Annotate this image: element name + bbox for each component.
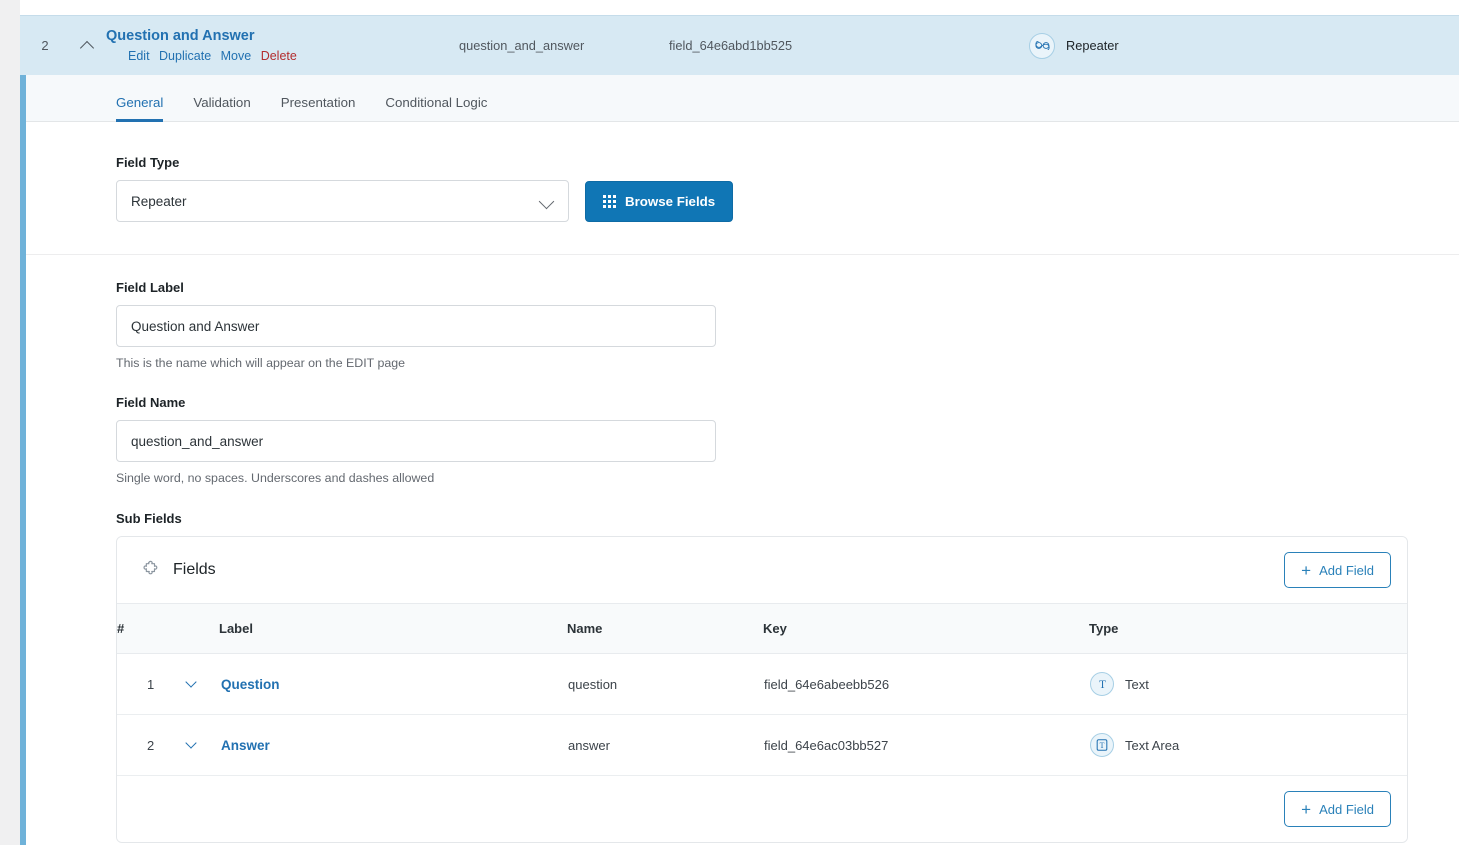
- plus-icon: +: [1301, 560, 1312, 580]
- tab-validation[interactable]: Validation: [193, 95, 250, 121]
- setting-field-type: Field Type Repeater Browse Fields: [26, 122, 1459, 255]
- infinity-icon: [1029, 32, 1055, 59]
- row-name: question: [567, 653, 763, 715]
- field-label-label-text: Field Label: [116, 280, 184, 295]
- row-type-cell: T Text Area: [1089, 714, 1407, 776]
- sub-fields-panel-header: Fields + Add Field: [117, 537, 1407, 603]
- plus-icon: +: [1301, 799, 1312, 819]
- row-label-cell: Question: [219, 653, 567, 715]
- field-title[interactable]: Question and Answer: [106, 27, 459, 47]
- sub-fields-table-body: 1 Question question field_64e6abeebb526 …: [117, 653, 1407, 776]
- add-field-top-label: Add Field: [1319, 562, 1374, 578]
- field-card: 2 Question and Answer Edit Duplicate Mov…: [20, 15, 1459, 845]
- field-name-label-text: Field Name: [116, 395, 186, 410]
- chevron-down-icon[interactable]: [180, 734, 202, 756]
- add-field-button-bottom[interactable]: + Add Field: [1284, 791, 1391, 827]
- chevron-down-icon[interactable]: [180, 673, 202, 695]
- grid-dots-icon: [603, 194, 616, 208]
- sub-fields-table: # Label Name Key Type 1 Question questio…: [117, 603, 1407, 776]
- column-header-type: Type: [1089, 603, 1407, 654]
- row-label-link[interactable]: Question: [221, 677, 280, 692]
- row-type-label: Text Area: [1125, 737, 1180, 753]
- field-action-delete[interactable]: Delete: [261, 49, 297, 63]
- field-header[interactable]: 2 Question and Answer Edit Duplicate Mov…: [20, 15, 1459, 75]
- row-expand-toggle[interactable]: [179, 653, 219, 715]
- field-title-block: Question and Answer Edit Duplicate Move …: [104, 27, 459, 64]
- row-order: 2: [117, 714, 179, 776]
- table-row[interactable]: 2 Answer answer field_64e6ac03bb527 T Te…: [117, 714, 1407, 776]
- sub-fields-panel: Fields + Add Field # Label Name Key Type…: [116, 536, 1408, 843]
- column-header-key: Key: [763, 603, 1089, 654]
- field-name-value: question_and_answer: [459, 38, 585, 53]
- row-key: field_64e6ac03bb527: [763, 714, 1089, 776]
- table-row[interactable]: 1 Question question field_64e6abeebb526 …: [117, 653, 1407, 715]
- tab-presentation[interactable]: Presentation: [281, 95, 356, 121]
- field-action-edit[interactable]: Edit: [128, 49, 150, 63]
- textarea-boxed-t-icon: T: [1090, 733, 1114, 757]
- setting-sub-fields: Sub Fields Fields + Add Field # Label Na…: [26, 485, 1459, 843]
- field-collapse-toggle[interactable]: [70, 39, 104, 55]
- puzzle-piece-icon: [141, 560, 161, 580]
- column-header-label: Label: [219, 603, 567, 654]
- svg-text:T: T: [1099, 679, 1106, 691]
- field-type-select[interactable]: Repeater: [116, 180, 569, 222]
- field-type-label-text: Field Type: [116, 155, 180, 170]
- field-label-hint: This is the name which will appear on th…: [116, 356, 406, 370]
- field-type-label: Repeater: [1066, 38, 1119, 53]
- add-field-button-top[interactable]: + Add Field: [1284, 552, 1391, 588]
- table-header-row: # Label Name Key Type: [117, 603, 1407, 654]
- field-order-number: 2: [41, 38, 49, 53]
- settings-tabs: General Validation Presentation Conditio…: [26, 75, 1459, 122]
- row-label-link[interactable]: Answer: [221, 738, 270, 753]
- svg-text:T: T: [1100, 741, 1105, 750]
- browse-fields-button[interactable]: Browse Fields: [585, 180, 734, 222]
- column-header-name: Name: [567, 603, 763, 654]
- acf-field-editor: 2 Question and Answer Edit Duplicate Mov…: [0, 0, 1459, 845]
- tab-conditional-logic[interactable]: Conditional Logic: [385, 95, 487, 121]
- setting-field-label: Field Label This is the name which will …: [26, 255, 1459, 370]
- settings-body: Field Type Repeater Browse Fields Field …: [26, 122, 1459, 845]
- sub-fields-panel-footer: + Add Field: [117, 776, 1407, 842]
- tab-general[interactable]: General: [116, 95, 164, 122]
- field-name-input[interactable]: [116, 420, 716, 462]
- row-expand-toggle[interactable]: [179, 714, 219, 776]
- sub-fields-table-head: # Label Name Key Type: [117, 603, 1407, 654]
- row-name: answer: [567, 714, 763, 776]
- row-type-label: Text: [1125, 676, 1149, 692]
- row-label-cell: Answer: [219, 714, 567, 776]
- column-header-toggle: [179, 603, 219, 654]
- column-header-order: #: [117, 603, 179, 654]
- chevron-up-icon: [79, 40, 95, 55]
- setting-field-name: Field Name Single word, no spaces. Under…: [26, 370, 1459, 485]
- field-row-actions: Edit Duplicate Move Delete: [106, 48, 459, 64]
- browse-fields-label: Browse Fields: [625, 193, 716, 209]
- chevron-down-icon: [538, 193, 555, 210]
- text-t-icon: T: [1090, 672, 1114, 696]
- field-key-value: field_64e6abd1bb525: [669, 38, 793, 53]
- field-action-duplicate[interactable]: Duplicate: [159, 49, 211, 63]
- field-type-select-value: Repeater: [131, 193, 187, 209]
- field-action-move[interactable]: Move: [221, 49, 252, 63]
- add-field-bottom-label: Add Field: [1319, 801, 1374, 817]
- row-key: field_64e6abeebb526: [763, 653, 1089, 715]
- field-type-display: Repeater: [1029, 32, 1459, 59]
- row-order: 1: [117, 653, 179, 715]
- field-label-input[interactable]: [116, 305, 716, 347]
- top-sliver: [20, 0, 1459, 15]
- field-name-hint: Single word, no spaces. Underscores and …: [116, 471, 435, 485]
- sub-fields-label-text: Sub Fields: [116, 511, 182, 526]
- sub-fields-panel-title: Fields: [173, 561, 216, 578]
- row-type-cell: T Text: [1089, 653, 1407, 715]
